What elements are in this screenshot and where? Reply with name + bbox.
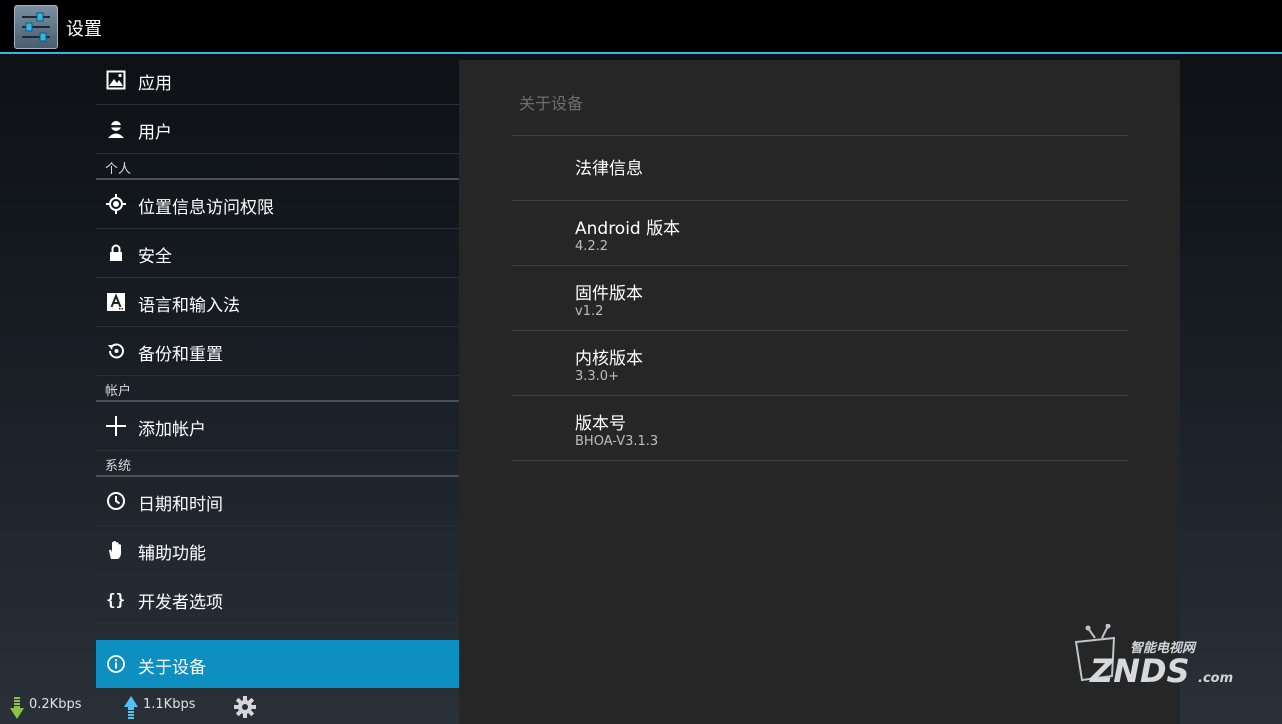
hand-icon <box>106 540 126 560</box>
section-header-accounts: 帐户 <box>96 376 459 402</box>
braces-icon: {} <box>106 589 126 609</box>
sidebar-item-label: 安全 <box>138 247 172 267</box>
sidebar-item-security[interactable]: 安全 <box>96 229 459 278</box>
sidebar-item-users[interactable]: 用户 <box>96 105 459 154</box>
row-title: 固件版本 <box>575 284 643 304</box>
section-header-label: 系统 <box>105 459 132 474</box>
user-icon <box>106 119 126 139</box>
svg-text:{}: {} <box>106 590 125 609</box>
row-value: v1.2 <box>575 304 604 319</box>
sidebar-item-label: 用户 <box>138 123 172 143</box>
sidebar-item-accessibility[interactable]: 辅助功能 <box>96 526 459 575</box>
download-speed: 0.2Kbps <box>29 697 82 712</box>
sidebar-item-label: 应用 <box>138 74 172 94</box>
sidebar-item-label: 位置信息访问权限 <box>138 198 274 218</box>
gear-icon[interactable] <box>233 695 257 723</box>
row-value: 3.3.0+ <box>575 369 619 384</box>
watermark-brand: ZNDS <box>1089 652 1190 690</box>
download-arrow-icon <box>9 695 25 724</box>
sidebar-item-label: 关于设备 <box>138 658 206 678</box>
backup-restore-icon <box>106 341 126 361</box>
clock-icon <box>106 491 126 511</box>
build-number-row[interactable]: 版本号 BHOA-V3.1.3 <box>511 396 1129 461</box>
firmware-version-row[interactable]: 固件版本 v1.2 <box>511 266 1129 331</box>
language-icon <box>106 292 126 312</box>
section-header-label: 帐户 <box>105 384 132 399</box>
settings-category-list: 应用 用户 个人 位置信息访问权限 安全 语言和输入法 备份和重置 帐户 添加帐… <box>96 56 459 692</box>
watermark-suffix: .com <box>1198 671 1233 686</box>
sidebar-item-apps[interactable]: 应用 <box>96 56 459 105</box>
section-header-label: 个人 <box>105 162 132 177</box>
sidebar-item-backup-reset[interactable]: 备份和重置 <box>96 327 459 376</box>
legal-info-row[interactable]: 法律信息 <box>511 136 1129 201</box>
app-title: 设置 <box>66 19 102 40</box>
sidebar-item-label: 辅助功能 <box>138 544 206 564</box>
panel-title: 关于设备 <box>519 94 584 113</box>
upload-arrow-icon <box>123 695 139 724</box>
sidebar-item-date-time[interactable]: 日期和时间 <box>96 477 459 526</box>
znds-watermark-logo: 智能电视网 ZNDS .com <box>1068 623 1238 694</box>
apps-image-icon <box>106 70 126 90</box>
action-bar: 设置 <box>0 0 1282 54</box>
row-title: 内核版本 <box>575 349 643 369</box>
sidebar-item-label: 开发者选项 <box>138 593 223 613</box>
sidebar-item-developer-options[interactable]: {} 开发者选项 <box>96 575 459 624</box>
android-version-row[interactable]: Android 版本 4.2.2 <box>511 201 1129 266</box>
sidebar-item-label: 备份和重置 <box>138 345 223 365</box>
status-bar: 0.2Kbps 1.1Kbps <box>0 692 1282 724</box>
row-title: Android 版本 <box>575 219 681 239</box>
sidebar-item-label: 添加帐户 <box>138 420 206 440</box>
kernel-version-row[interactable]: 内核版本 3.3.0+ <box>511 331 1129 396</box>
row-value: BHOA-V3.1.3 <box>575 434 659 449</box>
info-icon <box>106 654 126 674</box>
row-title: 法律信息 <box>575 159 643 179</box>
section-header-system: 系统 <box>96 451 459 477</box>
row-value: 4.2.2 <box>575 239 609 254</box>
settings-sliders-icon[interactable] <box>14 5 58 49</box>
sidebar-item-location[interactable]: 位置信息访问权限 <box>96 180 459 229</box>
settings-screen: 设置 应用 用户 个人 位置信息访问权限 安全 语言和输入法 备份和重置 帐户 … <box>0 0 1282 724</box>
sidebar-item-language[interactable]: 语言和输入法 <box>96 278 459 327</box>
lock-icon <box>106 243 126 263</box>
upload-speed: 1.1Kbps <box>143 697 196 712</box>
section-header-personal: 个人 <box>96 154 459 180</box>
row-title: 版本号 <box>575 414 626 434</box>
sidebar-item-about-device[interactable]: 关于设备 <box>96 640 459 688</box>
sidebar-item-label: 日期和时间 <box>138 495 223 515</box>
plus-icon <box>106 416 126 436</box>
location-icon <box>106 194 126 214</box>
sidebar-item-label: 语言和输入法 <box>138 296 240 316</box>
sidebar-item-add-account[interactable]: 添加帐户 <box>96 402 459 451</box>
